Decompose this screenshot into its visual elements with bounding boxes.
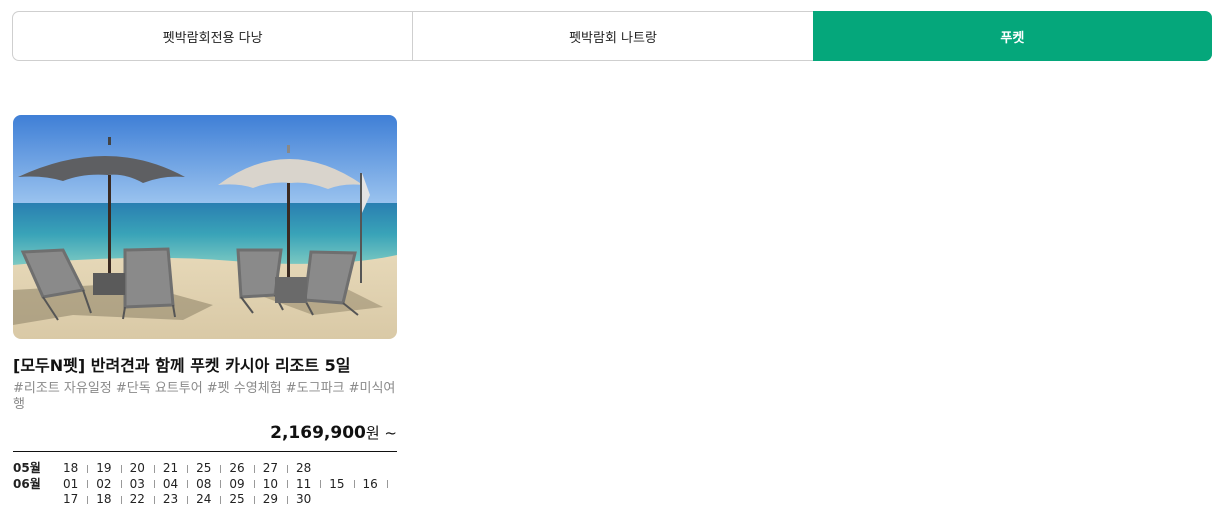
schedule-month: 06월	[13, 476, 41, 491]
departure-date[interactable]: 29	[263, 492, 296, 508]
departure-date[interactable]: 28	[296, 461, 311, 477]
departure-date[interactable]: 30	[296, 492, 311, 508]
departure-date[interactable]: 01	[63, 477, 96, 493]
departure-date[interactable]: 18	[63, 461, 96, 477]
departure-date[interactable]: 20	[130, 461, 163, 477]
departure-date[interactable]: 17	[63, 492, 96, 508]
departure-date[interactable]: 18	[96, 492, 129, 508]
departure-date[interactable]: 08	[196, 477, 229, 493]
departure-date[interactable]: 23	[163, 492, 196, 508]
schedule-month: 05월	[13, 461, 41, 475]
departure-date[interactable]: 04	[163, 477, 196, 493]
departure-date[interactable]: 16	[363, 477, 396, 493]
product-card[interactable]: [모두N펫] 반려견과 함께 푸켓 카시아 리조트 5일 #리조트 자유일정 #…	[13, 115, 397, 508]
product-tags: #리조트 자유일정 #단독 요트투어 #펫 수영체험 #도그파크 #미식여행	[13, 381, 396, 412]
product-image[interactable]	[13, 115, 397, 339]
destination-tabs: 펫박람회전용 다낭 펫박람회 나트랑 푸켓	[12, 11, 1212, 61]
departure-date[interactable]: 25	[196, 461, 229, 477]
product-title[interactable]: [모두N펫] 반려견과 함께 푸켓 카시아 리조트 5일	[13, 356, 397, 376]
departure-date[interactable]: 11	[296, 477, 329, 493]
departure-date[interactable]: 15	[329, 477, 362, 493]
price-row: 2,169,900원 ~	[13, 422, 397, 452]
departure-date[interactable]: 24	[196, 492, 229, 508]
schedule-days: 18 19 20 21 25 26 27 28	[63, 461, 397, 477]
departure-date[interactable]: 26	[229, 461, 262, 477]
product-price: 2,169,900	[270, 423, 366, 443]
departure-date[interactable]: 10	[263, 477, 296, 493]
tab-nhatrang[interactable]: 펫박람회 나트랑	[412, 11, 813, 61]
schedule-row-may: 05월 18 19 20 21 25 26 27 28	[13, 461, 397, 477]
schedule-days: 01 02 03 04 08 09 10 11 15 16 17 18 22 23 24 25 29 30	[63, 477, 397, 508]
departure-schedule: 05월 18 19 20 21 25 26 27 28 06월 01 02 03 04 08 09 10 1…	[13, 461, 397, 508]
departure-date[interactable]: 21	[163, 461, 196, 477]
tab-danang[interactable]: 펫박람회전용 다낭	[12, 11, 413, 61]
departure-date[interactable]: 22	[130, 492, 163, 508]
departure-date[interactable]: 03	[130, 477, 163, 493]
schedule-row-june: 06월 01 02 03 04 08 09 10 11 15 16 17 18 22 23 24 25 29 30	[13, 477, 397, 508]
departure-date[interactable]: 27	[263, 461, 296, 477]
departure-date[interactable]: 09	[229, 477, 262, 493]
departure-date[interactable]: 25	[229, 492, 262, 508]
departure-date[interactable]: 02	[96, 477, 129, 493]
departure-date[interactable]: 19	[96, 461, 129, 477]
tab-phuket[interactable]: 푸켓	[812, 11, 1212, 61]
price-suffix: 원 ~	[365, 424, 397, 442]
